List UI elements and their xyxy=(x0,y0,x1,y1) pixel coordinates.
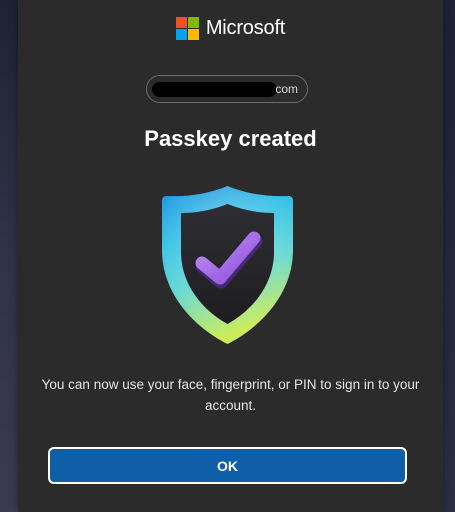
redacted-email xyxy=(152,82,277,97)
background-window-right xyxy=(443,0,455,512)
background-window-left xyxy=(0,0,18,512)
brand-name: Microsoft xyxy=(205,17,286,39)
confirmation-message: You can now use your face, fingerprint, … xyxy=(41,377,420,413)
ok-button[interactable]: OK xyxy=(48,447,407,484)
brand-header: Microsoft xyxy=(18,17,443,40)
shield-check-icon xyxy=(156,180,299,350)
account-suffix: com xyxy=(275,82,298,96)
microsoft-logo-icon xyxy=(175,17,199,40)
account-identifier: com xyxy=(146,75,308,103)
passkey-dialog: Microsoft com Passkey created You can no… xyxy=(18,0,443,512)
page-title: Passkey created xyxy=(144,126,317,151)
